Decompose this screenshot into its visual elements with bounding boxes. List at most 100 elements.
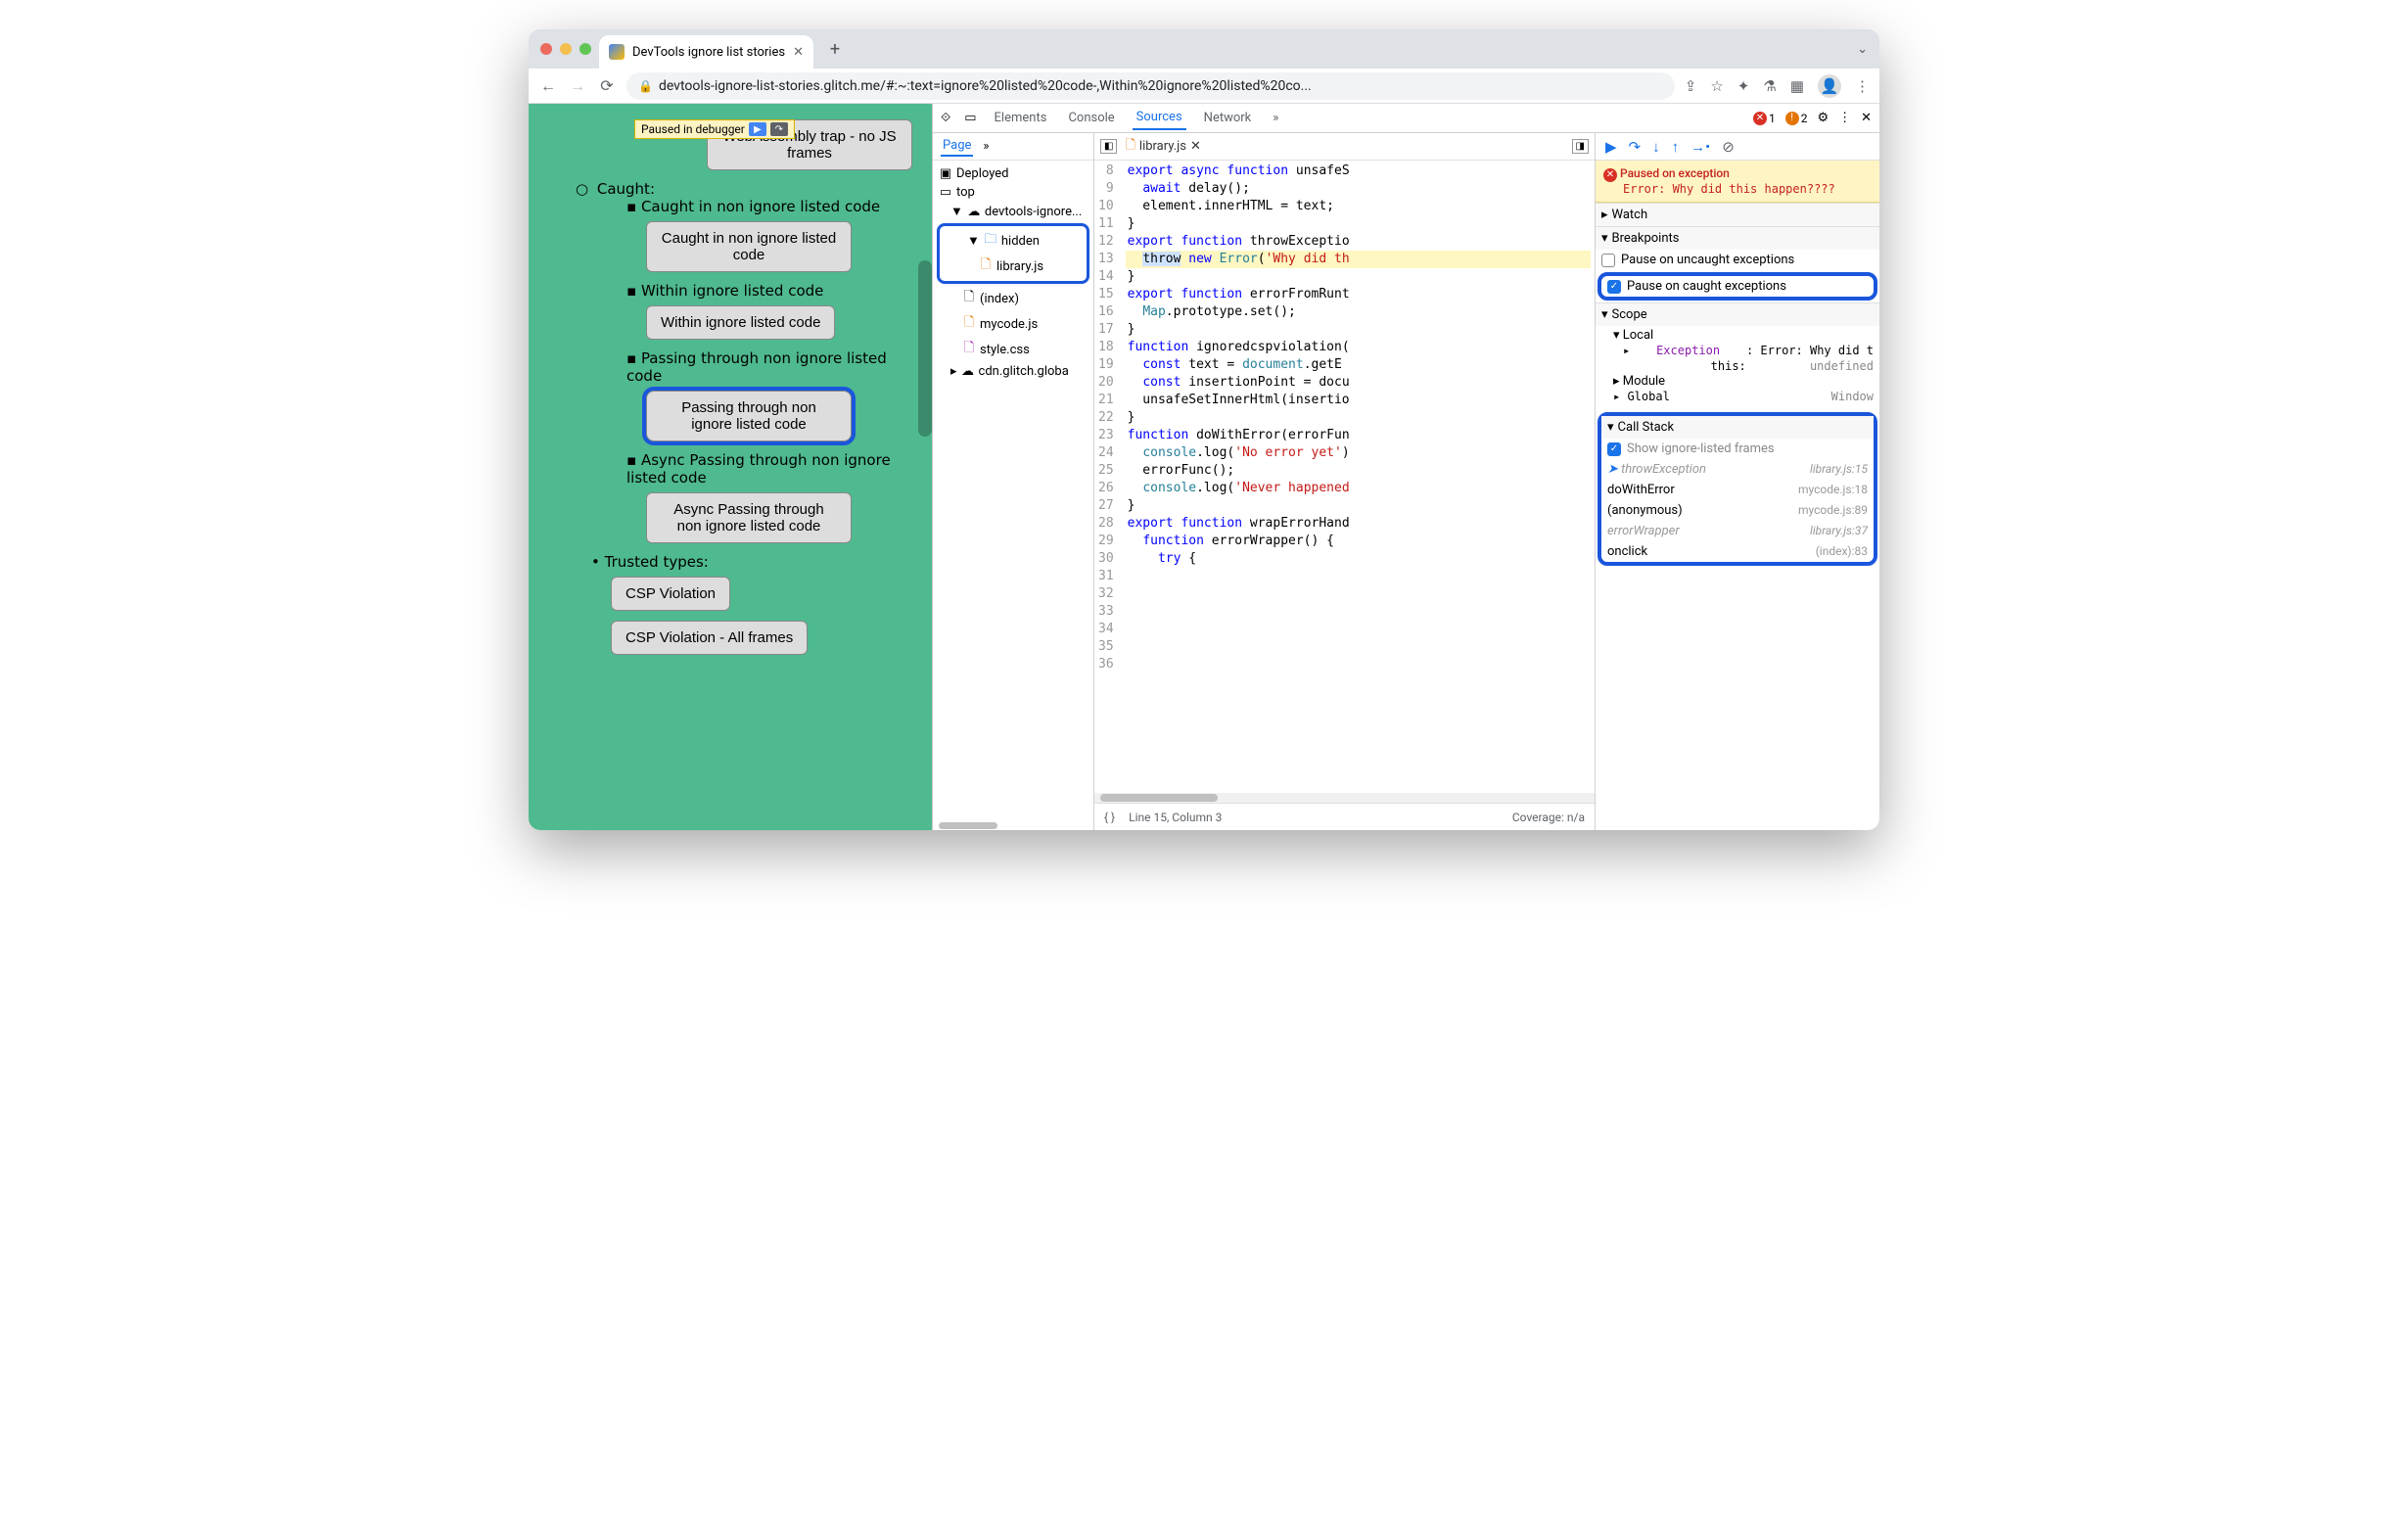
close-devtools-icon[interactable]: ✕	[1861, 111, 1872, 125]
code-editor[interactable]: 8910111213141516171819202122232425262728…	[1094, 161, 1595, 793]
demo-button-highlighted[interactable]: Passing through non ignore listed code	[646, 391, 852, 441]
code-line[interactable]: try {	[1126, 550, 1591, 568]
scope-var[interactable]: this: undefined	[1613, 358, 1874, 374]
code-line[interactable]: function errorWrapper() {	[1126, 533, 1591, 550]
code-line[interactable]: console.log('No error yet')	[1126, 444, 1591, 462]
tab-sources[interactable]: Sources	[1133, 106, 1186, 130]
settings-icon[interactable]: ⚙	[1817, 111, 1829, 125]
step-over-icon[interactable]: ↷	[770, 122, 788, 136]
code-line[interactable]: await delay();	[1126, 180, 1591, 198]
step-out-icon[interactable]: ↑	[1672, 138, 1680, 156]
scope-global[interactable]: ▸ GlobalWindow	[1613, 389, 1874, 404]
forward-icon[interactable]: →	[568, 76, 587, 96]
navigator-tabs-overflow-icon[interactable]: »	[983, 139, 989, 154]
labs-icon[interactable]: ⚗	[1763, 77, 1776, 95]
code-line[interactable]: }	[1126, 321, 1591, 339]
section-watch[interactable]: ▸ Watch	[1596, 203, 1879, 226]
demo-button[interactable]: Caught in non ignore listed code	[646, 221, 852, 272]
code-line[interactable]: unsafeSetInnerHtml(insertio	[1126, 392, 1591, 409]
tree-file-style[interactable]: 🗋style.css	[937, 337, 1089, 362]
step-into-icon[interactable]: ↓	[1652, 138, 1660, 156]
close-window[interactable]	[540, 43, 552, 55]
tab-console[interactable]: Console	[1064, 107, 1118, 129]
callstack-frame[interactable]: onclick (index):83	[1601, 541, 1874, 562]
code-line[interactable]: export function throwExceptio	[1126, 233, 1591, 251]
share-icon[interactable]: ⇪	[1685, 77, 1697, 95]
code-line[interactable]: Map.prototype.set();	[1126, 303, 1591, 321]
navigator-hscrollbar[interactable]	[933, 820, 1093, 830]
code-line[interactable]: export function errorFromRunt	[1126, 286, 1591, 303]
step-over-icon[interactable]: ↷	[1629, 138, 1642, 156]
warning-count[interactable]: !2	[1785, 112, 1808, 125]
section-breakpoints[interactable]: ▾ Breakpoints	[1596, 226, 1879, 250]
callstack-frame[interactable]: doWithError mycode.js:18	[1601, 480, 1874, 500]
tree-file-mycode[interactable]: 🗋mycode.js	[937, 311, 1089, 337]
close-tab-icon[interactable]: ✕	[793, 45, 804, 60]
code-line[interactable]: element.innerHTML = text;	[1126, 198, 1591, 215]
scope-local[interactable]: Local	[1623, 328, 1653, 343]
reload-icon[interactable]: ⟳	[597, 76, 617, 95]
chrome-menu-icon[interactable]: ⋮	[1855, 77, 1870, 95]
tree-group[interactable]: ▣Deployed	[937, 164, 1089, 183]
show-ignored-frames-checkbox[interactable]: ✓Show ignore-listed frames	[1601, 439, 1874, 459]
section-scope[interactable]: ▾ Scope	[1596, 302, 1879, 326]
step-icon[interactable]: →•	[1690, 138, 1710, 156]
callstack-frame[interactable]: (anonymous) mycode.js:89	[1601, 500, 1874, 521]
code-line[interactable]: }	[1126, 268, 1591, 286]
navigator-tab-page[interactable]: Page	[941, 136, 973, 157]
code-line[interactable]: const insertionPoint = docu	[1126, 374, 1591, 392]
scope-var[interactable]: ▸ Exception: Error: Why did t	[1613, 343, 1874, 358]
callstack-frame[interactable]: errorWrapper library.js:37	[1601, 521, 1874, 541]
code-line[interactable]: function ignoredcspviolation(	[1126, 339, 1591, 356]
kebab-menu-icon[interactable]: ⋮	[1838, 111, 1851, 125]
page-scrollbar[interactable]	[918, 260, 932, 437]
error-count[interactable]: ✕1	[1753, 112, 1776, 125]
toggle-debugger-icon[interactable]: ◨	[1572, 139, 1589, 154]
code-line[interactable]: export async function unsafeS	[1126, 162, 1591, 180]
scope-module[interactable]: ▸ Module	[1613, 374, 1874, 389]
tree-file-library[interactable]: 🗋library.js	[942, 254, 1085, 279]
inspect-icon[interactable]: ⟐	[941, 111, 950, 125]
code-line[interactable]: export function wrapErrorHand	[1126, 515, 1591, 533]
tree-frame[interactable]: ▭top	[937, 183, 1089, 202]
tabs-dropdown-icon[interactable]: ⌄	[1857, 42, 1868, 57]
maximize-window[interactable]	[579, 43, 591, 55]
code-line[interactable]: }	[1126, 497, 1591, 515]
resume-icon[interactable]: ▶	[1605, 138, 1617, 156]
demo-button[interactable]: Within ignore listed code	[646, 305, 835, 340]
tree-folder-hidden[interactable]: ▼🗀hidden	[942, 228, 1085, 254]
code-line[interactable]: errorFunc();	[1126, 462, 1591, 480]
resume-icon[interactable]: ▶	[749, 122, 766, 136]
tab-network[interactable]: Network	[1200, 107, 1256, 129]
back-icon[interactable]: ←	[538, 76, 558, 96]
toggle-navigator-icon[interactable]: ◧	[1100, 139, 1117, 154]
code-line[interactable]: throw new Error('Why did th	[1126, 251, 1591, 268]
omnibox[interactable]: 🔒 devtools-ignore-list-stories.glitch.me…	[626, 72, 1675, 100]
extensions-icon[interactable]: ✦	[1737, 77, 1750, 95]
deactivate-bp-icon[interactable]: ⊘	[1722, 138, 1735, 156]
tree-file-index[interactable]: 🗋(index)	[937, 286, 1089, 311]
bookmark-icon[interactable]: ☆	[1710, 77, 1723, 95]
code-line[interactable]: const text = document.getE	[1126, 356, 1591, 374]
tab-elements[interactable]: Elements	[991, 107, 1051, 129]
browser-tab[interactable]: DevTools ignore list stories ✕	[599, 35, 813, 69]
code-line[interactable]: console.log('Never happened	[1126, 480, 1591, 497]
new-tab-button[interactable]: +	[821, 35, 849, 63]
code-line[interactable]: }	[1126, 215, 1591, 233]
section-callstack[interactable]: ▾ Call Stack	[1601, 416, 1874, 439]
callstack-frame[interactable]: ➤ throwException library.js:15	[1601, 459, 1874, 480]
pause-caught-checkbox[interactable]: ✓Pause on caught exceptions	[1601, 276, 1874, 297]
demo-button[interactable]: CSP Violation - All frames	[611, 621, 808, 655]
editor-hscrollbar[interactable]	[1094, 793, 1595, 803]
tree-origin[interactable]: ▼☁devtools-ignore...	[937, 202, 1089, 221]
code-line[interactable]: }	[1126, 409, 1591, 427]
code-line[interactable]: function doWithError(errorFun	[1126, 427, 1591, 444]
device-icon[interactable]: ▭	[964, 111, 976, 125]
close-file-icon[interactable]: ✕	[1190, 139, 1201, 154]
devtools-icon[interactable]: ▦	[1790, 77, 1804, 95]
demo-button[interactable]: Async Passing through non ignore listed …	[646, 492, 852, 543]
profile-avatar[interactable]: 👤	[1818, 74, 1841, 98]
demo-button[interactable]: CSP Violation	[611, 577, 730, 611]
tabs-overflow-icon[interactable]: »	[1269, 107, 1282, 129]
editor-tab[interactable]: 🗋 library.js ✕	[1125, 136, 1200, 158]
